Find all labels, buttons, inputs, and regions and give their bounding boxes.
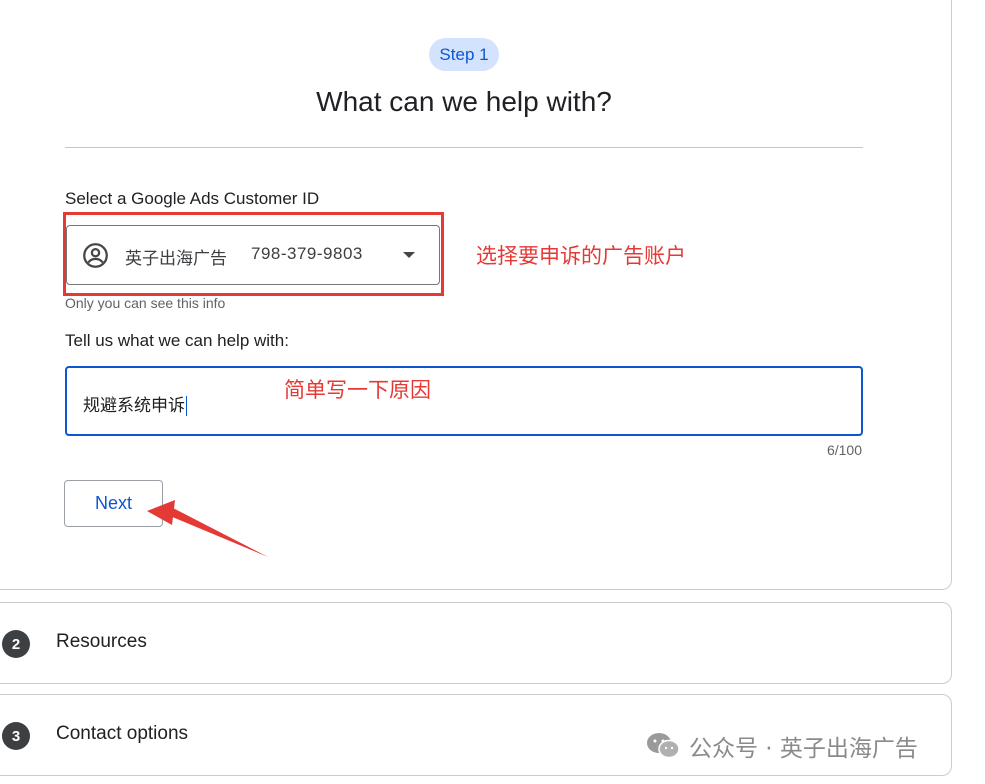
customer-id-label: Select a Google Ads Customer ID [65, 189, 320, 208]
annotation-reason-note: 简单写一下原因 [284, 378, 431, 402]
help-text-value: 规避系统申诉 [83, 391, 187, 416]
page: Step 1 What can we help with? Select a G… [0, 0, 985, 784]
char-counter: 6/100 [826, 442, 862, 458]
step-chip: Step 1 [429, 38, 499, 71]
watermark: 公众号 · 英子出海广告 [645, 730, 918, 762]
annotation-select-note: 选择要申诉的广告账户 [476, 244, 686, 268]
next-button[interactable]: Next [64, 480, 163, 527]
help-label: Tell us what we can help with: [65, 331, 289, 350]
step2-card[interactable]: 2 Resources [0, 602, 952, 684]
step-number: 2 [2, 630, 30, 658]
watermark-text: 公众号 · 英子出海广告 [689, 736, 918, 762]
step-label-resources: Resources [56, 631, 147, 652]
divider [65, 147, 863, 148]
annotation-box [63, 212, 444, 296]
step-label-contact: Contact options [56, 723, 189, 744]
step-number: 3 [2, 722, 30, 750]
help-text: 规避系统申诉 [83, 396, 185, 416]
text-cursor [186, 396, 187, 416]
privacy-hint: Only you can see this info [65, 295, 226, 311]
page-title: What can we help with? [316, 86, 612, 117]
help-textarea[interactable]: 规避系统申诉 [65, 366, 863, 436]
wechat-icon [647, 733, 680, 759]
